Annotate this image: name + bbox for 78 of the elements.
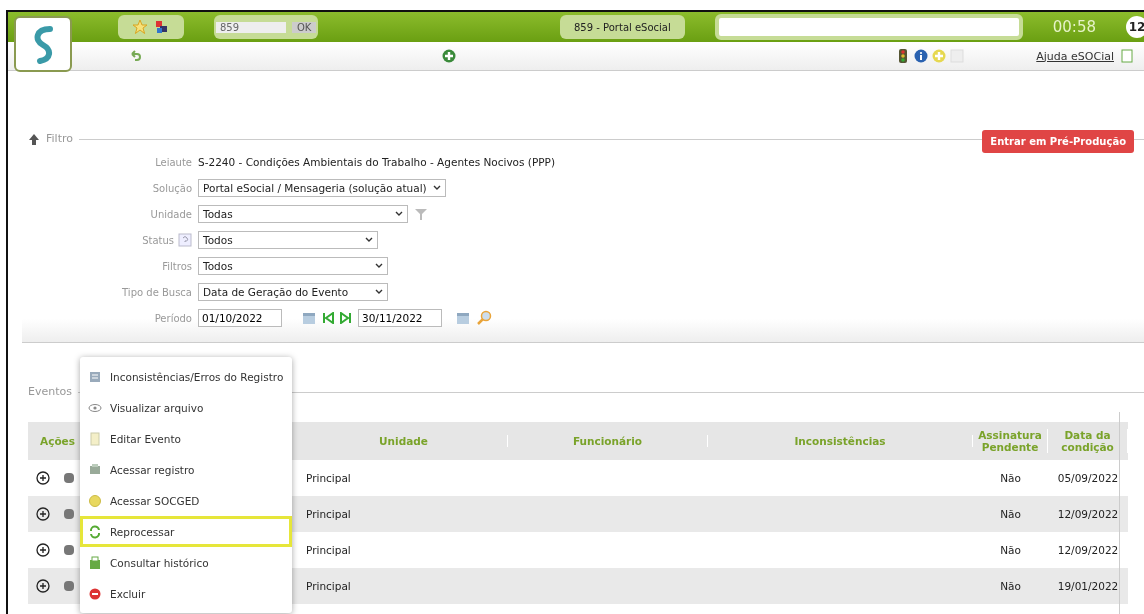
dropdown[interactable]: Portal eSocial / Mensageria (solução atual) [198,179,446,197]
menu-item-icon [88,586,102,601]
menu-item[interactable]: Excluir [80,578,292,609]
table-cell-text: 05/09/2022 [1056,472,1120,484]
caret-icon [432,185,441,191]
dropdown[interactable]: Todas [198,205,408,223]
menu-item[interactable]: Acessar SOCGED [80,485,292,516]
column-header: Assinatura Pendente [973,429,1048,453]
calendar-icon[interactable] [302,311,316,325]
table-cell-text: 12/09/2022 [1056,508,1120,520]
dropdown[interactable]: Todos [198,257,388,275]
caret-icon [375,263,383,269]
dropdown[interactable]: Todos [198,231,378,249]
search-icon[interactable] [476,310,492,326]
table-cell-text: Não [999,508,1022,520]
collapse-arrow-icon[interactable] [28,132,40,145]
table-cell-text: Principal [305,472,352,484]
company-label: 859 - Portal eSocial [560,15,685,39]
caret-icon [375,289,383,295]
dropdown[interactable]: Data de Geração do Evento [198,283,388,301]
table-cell-text: Principal [305,544,352,556]
menu-item-icon [88,524,102,539]
field-label: Solução [152,182,192,194]
table-cell-text: 19/01/2022 [1056,580,1120,592]
menu-item[interactable]: Visualizar arquivo [80,392,292,423]
column-header: Funcionário [508,435,708,447]
menu-item[interactable]: Inconsistências/Erros do Registro [80,361,292,392]
expand-icon[interactable] [36,471,50,485]
notification-badge[interactable]: 12 [1126,16,1144,38]
expand-icon[interactable] [36,579,50,593]
table-cell-text: Principal [305,508,352,520]
field-label: Unidade [150,208,192,220]
menu-item-icon [88,493,102,508]
menu-item[interactable]: Reprocessar [80,516,292,547]
filter-icon[interactable] [414,207,428,221]
field-label: Período [154,312,192,324]
info-icon[interactable] [914,49,928,63]
help-link[interactable]: Ajuda eSOCial [1036,49,1114,63]
star-icon[interactable] [132,19,148,35]
menu-item-icon [88,555,102,570]
field-value: S-2240 - Condições Ambientais do Trabalho - Agentes Nocivos (PPP) [198,156,556,168]
column-header: Data da condição [1048,429,1128,453]
caret-icon [365,237,373,243]
menu-item-icon [88,369,102,384]
traffic-light-icon[interactable] [896,49,910,63]
previous-icon[interactable] [322,312,334,324]
field-label: Tipo de Busca [122,286,192,298]
field-label: Filtros [162,260,192,272]
calendar-icon[interactable] [456,311,470,325]
table-cell-text: Não [999,544,1022,556]
section-title: Eventos [28,385,72,398]
back-arrow-icon[interactable] [128,49,142,63]
table-cell-text: Não [999,472,1022,484]
section-title: Filtro [46,132,73,145]
menu-item[interactable]: Acessar registro [80,454,292,485]
app-logo[interactable] [14,16,72,72]
table-cell-text: Principal [305,580,352,592]
menu-item-icon [88,431,102,446]
column-header: Unidade [300,435,508,447]
add-icon[interactable] [442,49,456,63]
expand-icon[interactable] [36,543,50,557]
date-field[interactable]: 30/11/2022 [358,309,442,327]
menu-item-icon [88,462,102,477]
field-label: Status [142,234,174,246]
next-icon[interactable] [340,312,352,324]
date-field[interactable]: 01/10/2022 [198,309,282,327]
table-cell-text: Não [999,580,1022,592]
expand-icon[interactable] [36,507,50,521]
table-cell-text: 12/09/2022 [1056,544,1120,556]
field-label: Leiaute [155,156,192,168]
code-field[interactable]: 859 [216,21,286,33]
session-time: 00:58 [1052,18,1096,36]
caret-icon [395,211,403,217]
column-header: Inconsistências [708,435,973,447]
menu-item[interactable]: Consultar histórico [80,547,292,578]
ok-button[interactable]: OK [292,21,317,33]
blocks-icon[interactable] [154,19,170,35]
pre-production-button[interactable]: Entrar em Pré-Produção [982,130,1134,153]
